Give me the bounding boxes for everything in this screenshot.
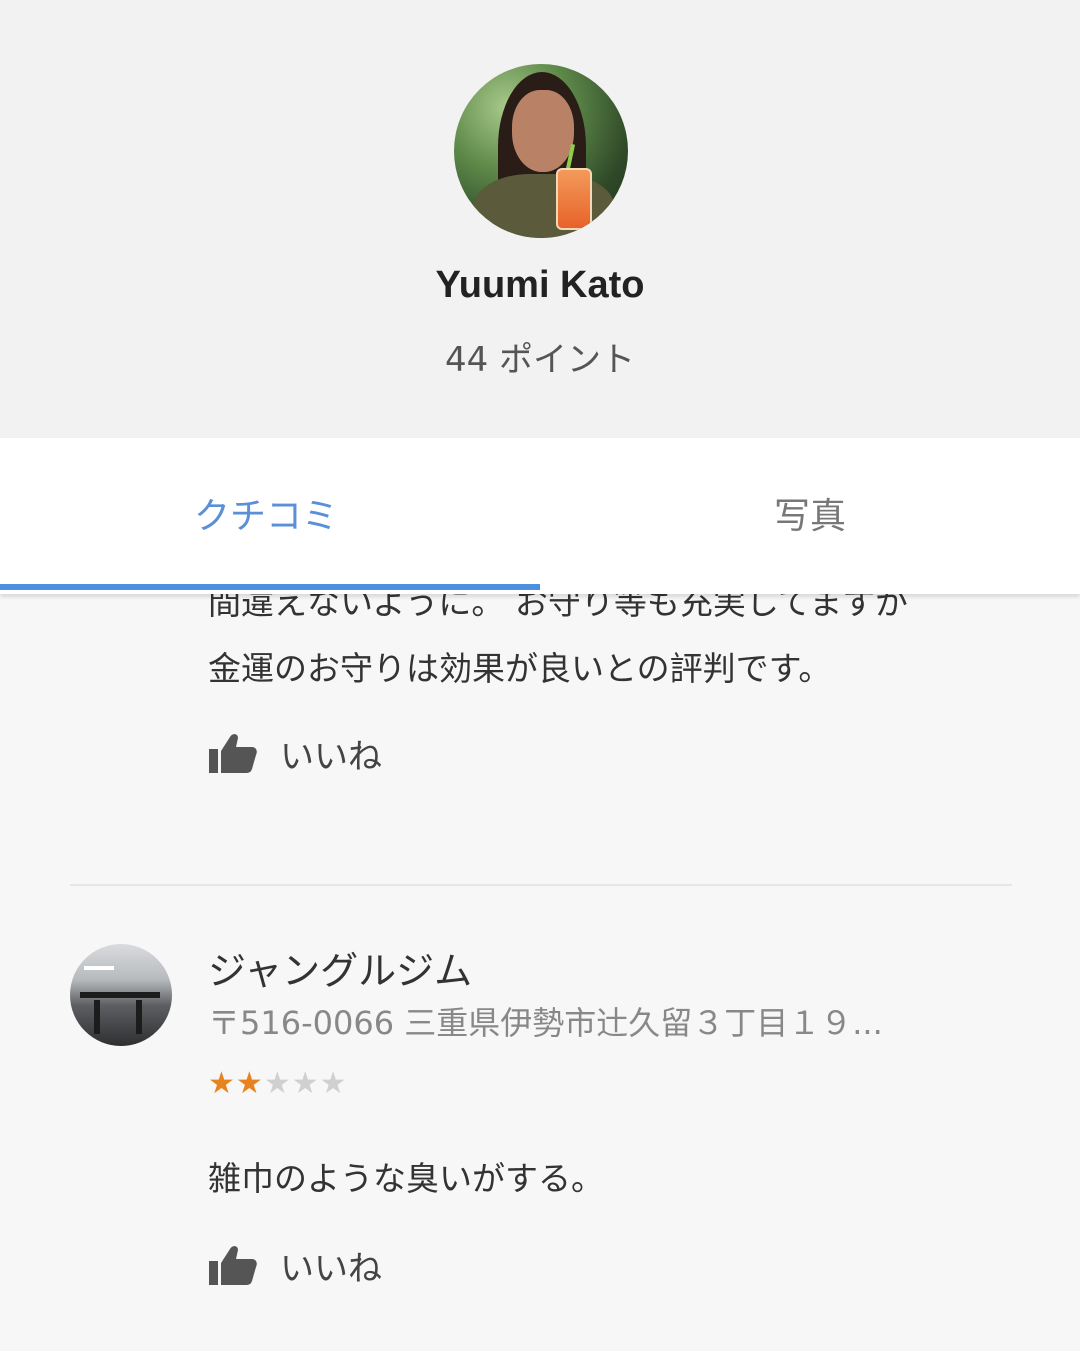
gym-rack-shape bbox=[136, 1000, 142, 1034]
tab-photos-label: 写真 bbox=[773, 496, 846, 537]
tab-bar: クチコミ 写真 bbox=[0, 438, 1080, 594]
like-button[interactable]: いいね bbox=[208, 1240, 382, 1290]
place-address: 〒516-0066 三重県伊勢市辻久留３丁目１９... bbox=[208, 1004, 883, 1042]
star-empty-icon: ★ bbox=[263, 1066, 292, 1101]
avatar-shirt-shape bbox=[474, 174, 614, 238]
gym-rack-shape bbox=[80, 992, 160, 998]
like-label: いいね bbox=[280, 736, 382, 777]
place-avatar[interactable] bbox=[70, 944, 172, 1046]
star-empty-icon: ★ bbox=[291, 1066, 320, 1101]
review-feed[interactable]: 間違えないように。 お守り等も充実してますが 金運のお守りは効果が良いとの評判で… bbox=[0, 594, 1080, 1351]
place-name[interactable]: ジャングルジム bbox=[208, 940, 472, 995]
profile-points: 44 ポイント bbox=[444, 340, 636, 380]
tab-reviews-label: クチコミ bbox=[193, 496, 338, 537]
review-text-line: 金運のお守りは効果が良いとの評判です。 bbox=[208, 649, 832, 688]
profile-avatar[interactable] bbox=[454, 64, 628, 238]
like-label: いいね bbox=[280, 1248, 382, 1289]
review-text: 雑巾のような臭いがする。 bbox=[208, 1159, 604, 1198]
profile-name: Yuumi Kato bbox=[435, 264, 645, 306]
review-text-line: 間違えないように。 お守り等も充実してますが bbox=[208, 594, 909, 622]
star-filled-icon: ★ bbox=[208, 1066, 236, 1101]
like-button[interactable]: いいね bbox=[208, 728, 382, 778]
active-tab-indicator bbox=[0, 584, 540, 590]
star-filled-icon: ★ bbox=[235, 1066, 264, 1101]
avatar-drink-shape bbox=[556, 168, 592, 230]
avatar-face-shape bbox=[512, 90, 574, 172]
tab-photos[interactable]: 写真 bbox=[540, 438, 1080, 588]
profile-header: Yuumi Kato 44 ポイント bbox=[0, 0, 1080, 438]
thumbs-up-icon bbox=[209, 734, 257, 773]
star-empty-icon: ★ bbox=[319, 1066, 348, 1101]
gym-rack-shape bbox=[94, 1000, 100, 1034]
review-divider bbox=[70, 884, 1012, 886]
tab-reviews[interactable]: クチコミ bbox=[0, 438, 540, 588]
thumbs-up-icon bbox=[209, 1246, 257, 1285]
gym-light-shape bbox=[84, 966, 114, 970]
star-rating: ★★★★★ bbox=[208, 1066, 348, 1101]
